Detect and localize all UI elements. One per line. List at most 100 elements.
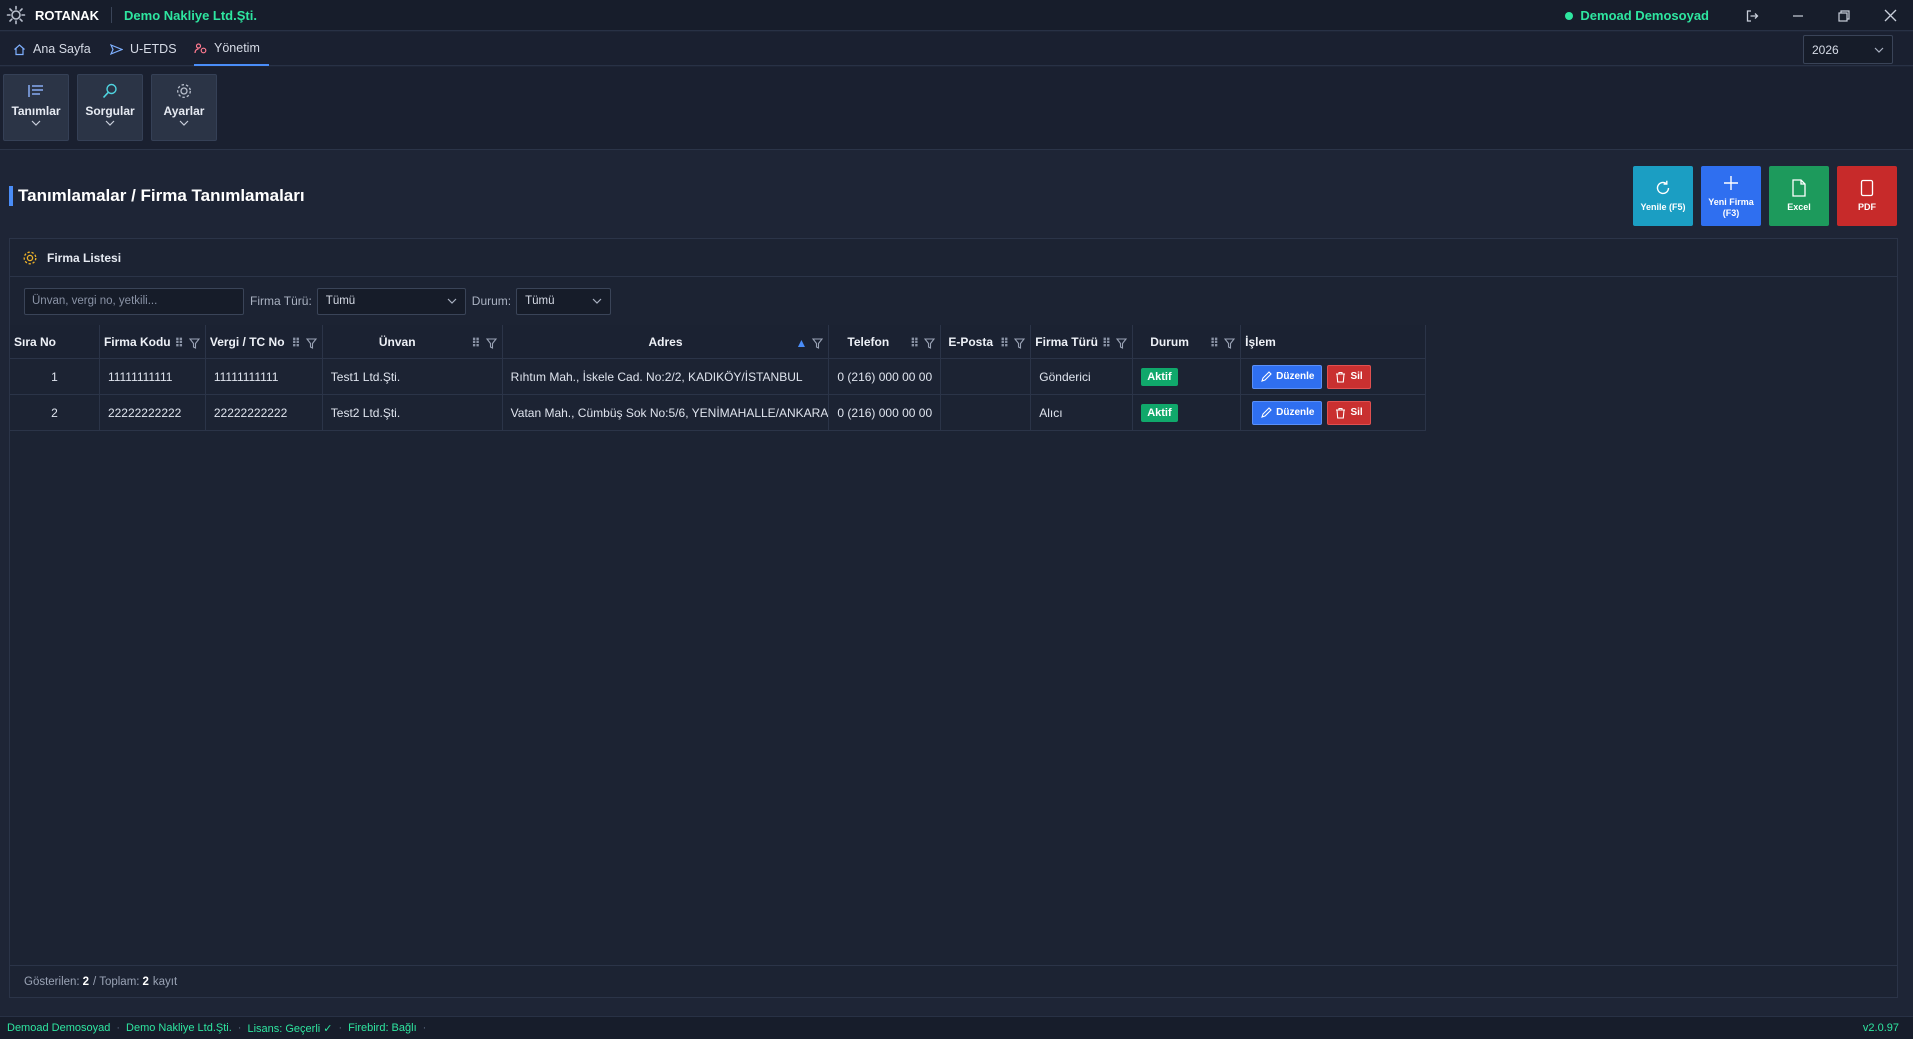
search-icon [102,83,117,99]
status-company: Demo Nakliye Ltd.Şti. [126,1022,232,1034]
trash-icon [1336,407,1346,419]
logout-icon [1746,9,1759,22]
ribbon-tanimlar-button[interactable]: Tanımlar [3,74,69,141]
trash-icon [1336,371,1346,383]
close-button[interactable] [1867,0,1913,31]
app-name: ROTANAK [35,7,100,23]
delete-button[interactable]: Sil [1327,400,1371,425]
column-header-adres[interactable]: Adres ▲ [503,325,830,358]
edit-label: Düzenle [1276,371,1315,382]
user-name[interactable]: Demoad Demosoyad [1580,8,1709,23]
status-db: Firebird: Bağlı [348,1022,417,1034]
column-label: Ünvan [378,334,416,349]
filter-icon[interactable] [812,337,824,349]
ribbon-ayarlar-button[interactable]: Ayarlar [151,74,217,141]
column-label: Firma Türü [1035,334,1098,349]
cell-durum: Aktif [1133,359,1242,394]
edit-button[interactable]: Düzenle [1252,364,1323,389]
restore-button[interactable] [1821,0,1867,31]
year-value: 2026 [1812,42,1839,57]
tab-ana-sayfa[interactable]: Ana Sayfa [13,32,91,66]
filter-icon[interactable] [1224,337,1236,349]
chevron-down-icon [447,298,457,304]
tab-bar: Ana Sayfa U-ETDS Yönetim 2026 [0,32,1913,66]
table-row[interactable]: 1 11111111111 11111111111 Test1 Ltd.Şti.… [10,359,1425,395]
drag-handle-icon[interactable]: ⠿ [1000,336,1009,350]
status-separator: · [116,1022,121,1034]
shown-label: Gösterilen: [24,975,80,988]
status-user: Demoad Demosoyad [7,1022,111,1034]
close-icon [1884,9,1896,22]
search-input[interactable]: Ünvan, vergi no, yetkili... [24,287,244,315]
title-bar: ROTANAK Demo Nakliye Ltd.Şti. Demoad Dem… [0,0,1913,31]
column-header-firma-kodu[interactable]: Firma Kodu ⠿ [100,325,206,358]
app-logo-icon [6,5,26,25]
delete-label: Sil [1350,371,1363,382]
new-firm-button[interactable]: Yeni Firma (F3) [1701,166,1761,226]
column-label: Durum [1150,334,1189,349]
sort-ascending-icon[interactable]: ▲ [796,336,808,350]
tab-yonetim[interactable]: Yönetim [194,32,269,66]
cell-adres: Vatan Mah., Cümbüş Sok No:5/6, YENİMAHAL… [503,395,830,430]
column-header-vergi-no[interactable]: Vergi / TC No ⠿ [206,325,323,358]
title-divider [111,7,113,23]
page-title-accent [9,186,13,206]
cell-islem: Düzenle Sil [1241,395,1425,430]
drag-handle-icon[interactable]: ⠿ [910,336,919,350]
excel-button[interactable]: Excel [1769,166,1829,226]
ribbon-sorgular-button[interactable]: Sorgular [77,74,143,141]
firm-type-select[interactable]: Tümü [316,287,466,315]
column-header-telefon[interactable]: Telefon ⠿ [829,325,942,358]
logout-button[interactable] [1729,0,1775,31]
filter-icon[interactable] [1116,337,1128,349]
drag-handle-icon[interactable]: ⠿ [1210,336,1219,350]
send-icon [110,43,123,55]
table-row[interactable]: 2 22222222222 22222222222 Test2 Ltd.Şti.… [10,395,1425,431]
filter-icon[interactable] [1014,337,1026,349]
year-select[interactable]: 2026 [1803,35,1893,64]
cell-unvan: Test2 Ltd.Şti. [323,395,503,430]
column-label: E-Posta [948,334,994,349]
drag-handle-icon[interactable]: ⠿ [471,336,480,350]
record-unit: kayıt [152,975,178,988]
drag-handle-icon[interactable]: ⠿ [1102,336,1111,350]
cell-vergi-no: 11111111111 [206,359,323,394]
cell-sira-no: 1 [10,359,100,394]
filter-icon[interactable] [305,337,317,349]
shown-count: 2 [82,975,90,988]
column-header-durum[interactable]: Durum ⠿ [1133,325,1242,358]
firm-table: Sıra No Firma Kodu ⠿ Vergi / TC No ⠿ Ünv… [10,325,1426,431]
page-title: Tanımlamalar / Firma Tanımlamaları [18,186,305,205]
firm-type-value: Tümü [325,295,356,307]
column-header-firma-turu[interactable]: Firma Türü ⠿ [1031,325,1134,358]
status-select[interactable]: Tümü [516,287,612,315]
cell-telefon: 0 (216) 000 00 00 [829,395,942,430]
drag-handle-icon[interactable]: ⠿ [174,336,183,350]
pdf-button[interactable]: PDF [1837,166,1897,226]
filter-icon[interactable] [924,337,936,349]
total-count: 2 [142,975,149,988]
excel-label: Excel [1787,202,1811,212]
cell-vergi-no: 22222222222 [206,395,323,430]
delete-button[interactable]: Sil [1327,364,1371,389]
status-separator: · [422,1022,427,1034]
total-label: / Toplam: [93,975,140,988]
pdf-label: PDF [1858,202,1876,212]
pencil-icon [1261,406,1272,418]
column-header-sira-no[interactable]: Sıra No [10,325,100,358]
filter-icon[interactable] [485,337,497,349]
drag-handle-icon[interactable]: ⠿ [291,336,300,350]
minimize-button[interactable] [1775,0,1821,31]
refresh-button[interactable]: Yenile (F5) [1633,166,1693,226]
column-label: Adres [648,334,683,349]
tab-u-etds[interactable]: U-ETDS [110,32,177,66]
refresh-icon [1656,180,1670,195]
column-header-unvan[interactable]: Ünvan ⠿ [323,325,503,358]
filter-icon[interactable] [188,337,200,349]
column-header-e-posta[interactable]: E-Posta ⠿ [941,325,1032,358]
chevron-down-icon [179,120,189,126]
pencil-icon [1261,370,1272,382]
edit-button[interactable]: Düzenle [1252,400,1323,425]
chevron-down-icon [31,120,41,126]
delete-label: Sil [1350,407,1363,418]
